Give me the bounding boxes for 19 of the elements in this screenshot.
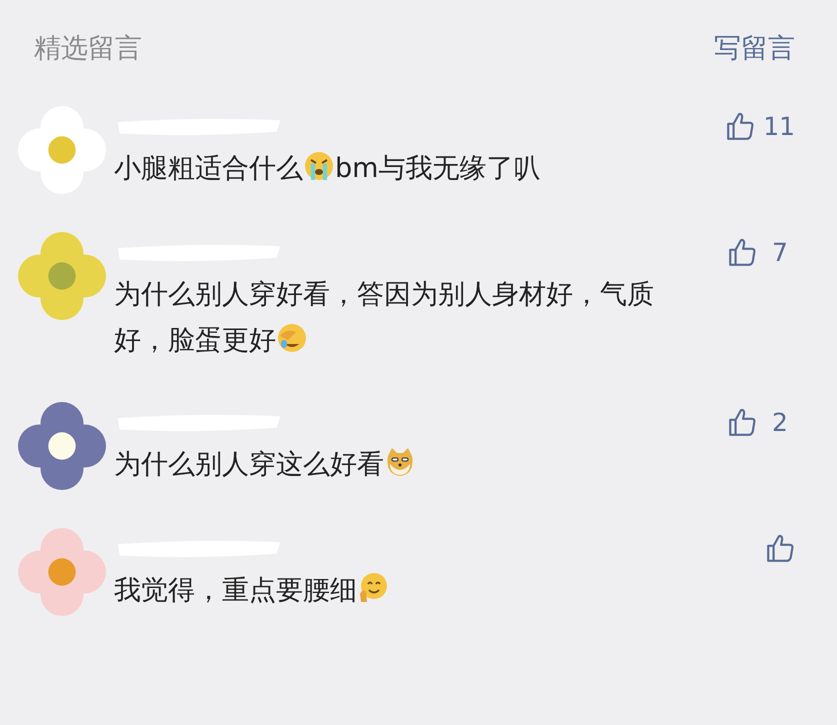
- like-button[interactable]: 11: [725, 111, 795, 141]
- comment-text: 好，脸蛋更好: [114, 325, 276, 356]
- thumbs-up-icon: [727, 407, 757, 437]
- thumbs-up-icon: [727, 237, 757, 267]
- thumbs-up-icon: [725, 111, 756, 141]
- comment-text: 为什么别人穿这么好看: [114, 449, 384, 480]
- comment-text: 为什么别人穿好看，答因为别人身材好，气质: [114, 279, 654, 310]
- like-button[interactable]: [765, 533, 795, 563]
- like-button[interactable]: 2: [727, 407, 795, 437]
- comment-text: 小腿粗适合什么: [114, 153, 303, 184]
- comment-text: 我觉得，重点要腰细: [114, 575, 357, 606]
- facepalm-emoji-icon: [276, 322, 308, 354]
- comment-text: bm与我无缘了叭: [335, 153, 540, 184]
- crying-emoji-icon: [303, 150, 335, 182]
- smiling-emoji-icon: [357, 572, 389, 604]
- thumbs-up-icon: [765, 533, 795, 563]
- section-title: 精选留言: [34, 32, 142, 66]
- like-button[interactable]: 7: [727, 237, 795, 267]
- write-comment-link[interactable]: 写留言: [714, 30, 795, 66]
